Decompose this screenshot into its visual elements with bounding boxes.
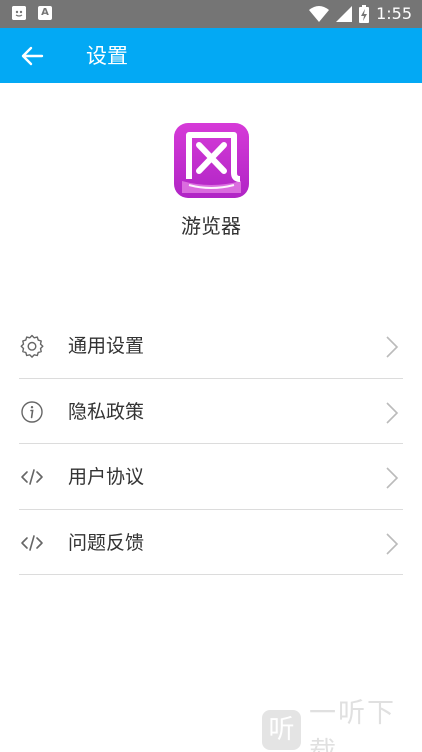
- gear-icon: [20, 334, 44, 358]
- menu-item-label: 用户协议: [68, 466, 145, 488]
- wifi-icon: [309, 6, 330, 22]
- menu-item-label: 隐私政策: [68, 400, 145, 423]
- notification-icon: [12, 6, 26, 20]
- menu-item-feedback[interactable]: 问题反馈: [19, 510, 403, 575]
- chevron-right-icon: [386, 401, 399, 424]
- status-time: 1:55: [376, 4, 412, 23]
- page-title: 设置: [86, 44, 128, 68]
- menu-item-label: 通用设置: [68, 335, 145, 357]
- status-bar: A 1:55: [0, 0, 422, 28]
- menu-item-privacy-policy[interactable]: 隐私政策: [19, 379, 403, 444]
- app-logo: [174, 123, 249, 198]
- info-icon: [21, 400, 43, 423]
- menu-item-general-settings[interactable]: 通用设置: [19, 313, 403, 379]
- watermark-logo: 听: [262, 710, 301, 750]
- watermark: 听 一听下载: [262, 698, 422, 752]
- menu-item-label: 问题反馈: [68, 531, 145, 554]
- back-button[interactable]: [18, 42, 46, 70]
- app-name: 游览器: [181, 214, 241, 238]
- status-notifications: A: [12, 6, 52, 20]
- menu-item-user-agreement[interactable]: 用户协议: [19, 444, 403, 510]
- battery-charging-icon: [359, 5, 370, 23]
- font-notification-icon: A: [38, 6, 52, 20]
- arrow-left-icon: [21, 46, 44, 66]
- chevron-right-icon: [386, 467, 399, 489]
- settings-menu: 通用设置 隐私政策 用户协议 问题反馈: [19, 313, 403, 575]
- signal-icon: [336, 6, 353, 22]
- code-icon: [21, 469, 43, 485]
- app-logo-graphic: [182, 132, 241, 193]
- chevron-right-icon: [386, 336, 399, 358]
- code-icon: [21, 534, 43, 551]
- watermark-text: 一听下载: [308, 698, 396, 752]
- status-indicators: 1:55: [309, 4, 412, 24]
- app-bar: 设置: [0, 28, 422, 83]
- chevron-right-icon: [386, 532, 399, 555]
